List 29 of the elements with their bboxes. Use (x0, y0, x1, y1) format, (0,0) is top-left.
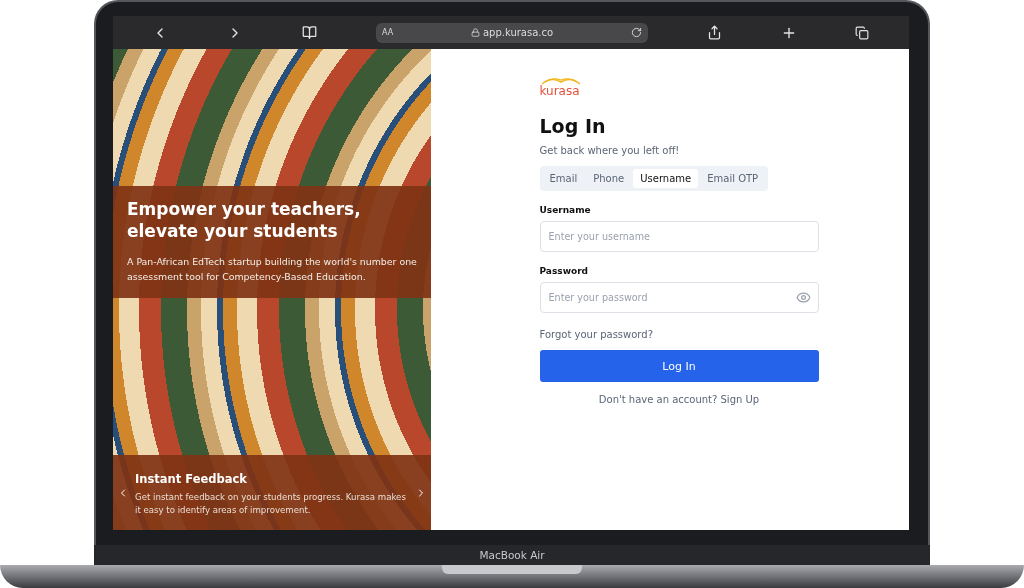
method-tab[interactable]: Email (542, 169, 585, 188)
field-label: Password (539, 266, 590, 276)
forgot-password-link[interactable]: Forgot your password? (539, 329, 653, 340)
address-bar[interactable]: AA app.kurasa.co (375, 22, 648, 43)
url-text: app.kurasa.co (482, 27, 554, 38)
logo-text: kurasa (539, 85, 581, 97)
show-password-icon[interactable] (795, 290, 811, 305)
method-tab[interactable]: Username (633, 169, 699, 188)
field-label: Username (539, 205, 592, 215)
tabs-icon[interactable] (855, 25, 870, 40)
text-size-label[interactable]: AA (381, 28, 394, 37)
share-icon[interactable] (706, 25, 722, 40)
slide-title: Instant Feedback (135, 472, 248, 486)
lock-icon (470, 28, 480, 37)
method-tab[interactable]: Email OTP (700, 169, 766, 188)
method-tab[interactable]: Phone (586, 169, 632, 188)
signup-link[interactable]: Don't have an account? Sign Up (598, 394, 760, 405)
login-button[interactable]: Log In (539, 350, 819, 382)
hero-text: A Pan-African EdTech startup building the world's number one assessment tool for Competency-Based Education. (127, 255, 417, 284)
input-field[interactable]: Enter your username (539, 221, 819, 252)
page-title: Log In (539, 115, 607, 137)
book-logo-icon (539, 76, 582, 85)
hero-title: Empower your teachers, elevate your students (127, 198, 362, 242)
password-field[interactable]: Enter your password (539, 282, 819, 313)
subtitle: Get back where you left off! (539, 145, 681, 156)
book-icon[interactable] (302, 25, 318, 40)
reload-icon[interactable] (630, 27, 642, 38)
device-label: MacBook Air (479, 549, 545, 561)
slide-text: Get instant feedback on your students progress. Kurasa makes it easy to identify areas of improvement. (135, 491, 407, 517)
